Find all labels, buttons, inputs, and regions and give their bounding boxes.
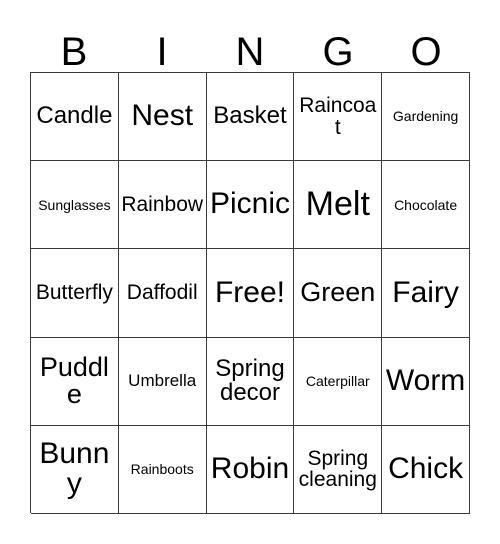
bingo-header-letter-i: I bbox=[156, 30, 168, 74]
bingo-header-letter-o: O bbox=[410, 30, 442, 74]
bingo-header-letter-n: N bbox=[235, 30, 265, 74]
bingo-square[interactable]: Candle bbox=[31, 73, 119, 162]
bingo-square[interactable]: Butterfly bbox=[31, 249, 119, 338]
bingo-header-row: B I N G O bbox=[30, 18, 470, 72]
bingo-square[interactable]: Caterpillar bbox=[294, 337, 383, 426]
bingo-square-label: Butterfly bbox=[35, 281, 113, 305]
bingo-square[interactable]: Worm bbox=[382, 337, 470, 426]
bingo-row: Butterfly Daffodil Free! Green Fairy bbox=[31, 249, 470, 338]
bingo-square-label: Free! bbox=[214, 275, 285, 309]
bingo-square[interactable]: Rainboots bbox=[118, 425, 207, 514]
bingo-square[interactable]: Gardening bbox=[382, 73, 470, 162]
bingo-square-label: Sunglasses bbox=[38, 196, 111, 213]
bingo-square-label: Robin bbox=[210, 452, 290, 486]
bingo-row: Sunglasses Rainbow Picnic Melt Chocolate bbox=[31, 161, 470, 250]
bingo-square[interactable]: Robin bbox=[206, 425, 295, 514]
bingo-square[interactable]: Melt bbox=[294, 161, 383, 250]
bingo-row: Candle Nest Basket Raincoat Gardening bbox=[31, 73, 470, 162]
bingo-grid: Candle Nest Basket Raincoat Gardening Sunglas… bbox=[30, 72, 470, 514]
bingo-square-label: Raincoat bbox=[299, 94, 377, 139]
bingo-square[interactable]: Spring decor bbox=[206, 337, 295, 426]
bingo-square[interactable]: Fairy bbox=[382, 249, 470, 338]
bingo-square[interactable]: Raincoat bbox=[294, 73, 383, 162]
bingo-square-label: Worm bbox=[385, 363, 466, 397]
bingo-square[interactable]: Rainbow bbox=[118, 161, 207, 250]
bingo-square[interactable]: Umbrella bbox=[118, 337, 207, 426]
bingo-square-label: Spring cleaning bbox=[298, 446, 377, 492]
bingo-free-space[interactable]: Free! bbox=[206, 249, 295, 338]
bingo-square-label: Umbrella bbox=[128, 371, 197, 391]
bingo-header-letter-g: G bbox=[322, 30, 354, 74]
bingo-square-label: Puddle bbox=[39, 351, 109, 410]
bingo-square-label: Caterpillar bbox=[305, 373, 370, 390]
bingo-square[interactable]: Chick bbox=[382, 425, 470, 514]
bingo-square-label: Green bbox=[300, 277, 376, 308]
bingo-square[interactable]: Green bbox=[294, 249, 383, 338]
bingo-square-label: Melt bbox=[305, 185, 370, 224]
bingo-square[interactable]: Nest bbox=[118, 73, 207, 162]
bingo-square[interactable]: Sunglasses bbox=[31, 161, 119, 250]
bingo-square-label: Rainboots bbox=[130, 461, 194, 478]
bingo-square[interactable]: Spring cleaning bbox=[294, 425, 383, 514]
bingo-square-label: Bunny bbox=[39, 436, 110, 501]
bingo-card: B I N G O Candle Nest Basket Raincoat Garden… bbox=[0, 0, 500, 544]
bingo-header-letter-b: B bbox=[60, 30, 88, 74]
bingo-square-label: Daffodil bbox=[126, 281, 198, 305]
bingo-square-label: Chocolate bbox=[394, 196, 458, 213]
bingo-square-label: Basket bbox=[213, 102, 287, 130]
bingo-square[interactable]: Puddle bbox=[31, 337, 119, 426]
bingo-square-label: Gardening bbox=[392, 108, 459, 125]
bingo-square-label: Picnic bbox=[209, 187, 290, 221]
bingo-square[interactable]: Picnic bbox=[206, 161, 295, 250]
bingo-square-label: Nest bbox=[131, 99, 194, 133]
bingo-row: Bunny Rainboots Robin Spring cleaning Chick bbox=[31, 425, 470, 514]
bingo-square[interactable]: Chocolate bbox=[382, 161, 470, 250]
bingo-square[interactable]: Daffodil bbox=[118, 249, 207, 338]
bingo-square-label: Chick bbox=[388, 452, 464, 486]
bingo-square-label: Candle bbox=[36, 102, 113, 130]
bingo-row: Puddle Umbrella Spring decor Caterpillar Wor… bbox=[31, 337, 470, 426]
bingo-square-label: Fairy bbox=[392, 275, 459, 309]
bingo-square-label: Rainbow bbox=[121, 193, 204, 217]
bingo-square[interactable]: Bunny bbox=[31, 425, 119, 514]
bingo-square-label: Spring decor bbox=[215, 354, 285, 407]
bingo-square[interactable]: Basket bbox=[206, 73, 295, 162]
